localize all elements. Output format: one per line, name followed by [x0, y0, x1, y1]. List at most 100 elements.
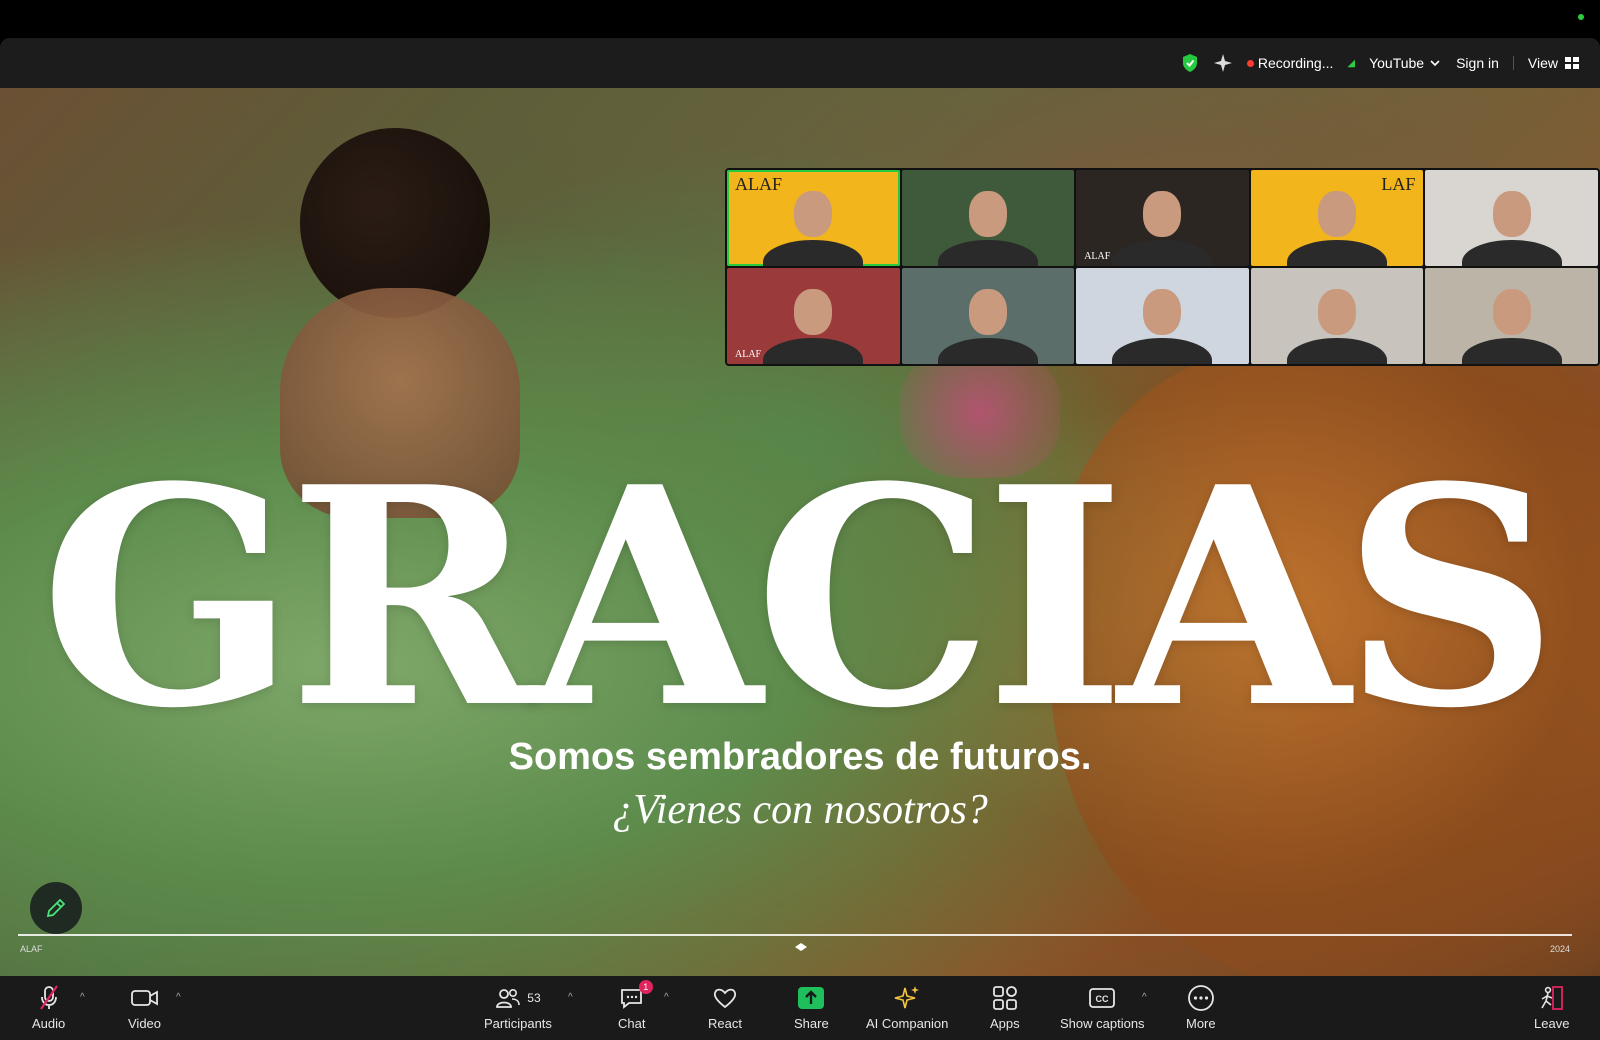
apps-button[interactable]: Apps [990, 984, 1020, 1031]
view-label: View [1527, 55, 1558, 71]
chevron-down-icon [1430, 60, 1440, 67]
participant-video-tile[interactable]: ALAF [1076, 170, 1249, 266]
share-button[interactable]: Share [794, 984, 829, 1031]
heart-icon [713, 988, 737, 1009]
recording-label: Recording... [1257, 55, 1334, 71]
os-menu-bar [0, 0, 1600, 38]
show-captions-button[interactable]: CC Show captions [1060, 984, 1145, 1031]
annotate-pencil-button[interactable] [30, 882, 82, 934]
participants-button[interactable]: 53 Participants [484, 984, 552, 1031]
grid-view-icon [1565, 57, 1579, 69]
meeting-window: Recording... ◢ YouTube Sign in View GRAC… [0, 38, 1600, 1040]
slide-footer-left: ALAF [20, 944, 43, 954]
participant-video-tile[interactable] [1076, 268, 1249, 364]
recording-indicator[interactable]: Recording... [1246, 55, 1334, 71]
progress-knob[interactable] [795, 943, 807, 951]
view-button[interactable]: View [1528, 55, 1580, 71]
chat-options-caret-icon[interactable]: ^ [664, 992, 669, 1003]
participant-shoulders [1112, 240, 1213, 266]
svg-text:CC: CC [1096, 994, 1109, 1004]
divider [1512, 56, 1514, 70]
participant-video-tile[interactable] [1250, 268, 1424, 364]
stream-label: YouTube [1369, 55, 1425, 71]
more-button[interactable]: More [1186, 984, 1216, 1031]
participant-face [1492, 191, 1531, 238]
participant-shoulders [763, 240, 864, 266]
participant-shoulders [937, 240, 1038, 266]
participant-video-gallery: ALAF ALAF LAF ALAF [725, 168, 1600, 366]
participant-video-tile[interactable] [1425, 268, 1598, 364]
sign-in-link[interactable]: Sign in [1456, 55, 1499, 71]
participant-video-tile[interactable] [901, 170, 1075, 266]
encryption-shield-icon[interactable] [1181, 53, 1199, 73]
participant-shoulders [937, 338, 1038, 364]
participant-count: 53 [527, 991, 541, 1005]
leave-door-icon [1541, 986, 1563, 1010]
participant-logo-text: LAF [1381, 174, 1416, 194]
signal-strength-icon: ◢ [1347, 57, 1356, 69]
participant-face [1492, 289, 1531, 336]
participant-face [968, 191, 1007, 238]
captions-options-caret-icon[interactable]: ^ [1142, 992, 1147, 1003]
ai-sparkle-icon [894, 986, 920, 1009]
participant-video-tile[interactable]: LAF [1250, 170, 1424, 266]
participant-logo-text: ALAF [735, 349, 762, 360]
participant-face [1318, 191, 1357, 238]
participant-face [794, 289, 833, 336]
meeting-toolbar: Audio ^ Video ^ 53 Participants ^ 1 Chat… [0, 976, 1600, 1040]
leave-label: Leave [1534, 1016, 1570, 1031]
video-label: Video [128, 1016, 162, 1031]
participant-video-tile[interactable] [1425, 170, 1598, 266]
ai-sparkle-icon[interactable] [1213, 53, 1233, 73]
share-screen-icon [798, 987, 825, 1009]
meeting-top-bar: Recording... ◢ YouTube Sign in View [0, 38, 1600, 88]
apps-label: Apps [990, 1016, 1020, 1031]
participant-video-tile[interactable]: ALAF [727, 268, 900, 364]
participants-icon [496, 988, 521, 1008]
ai-companion-label: AI Companion [866, 1016, 949, 1031]
more-label: More [1186, 1016, 1216, 1031]
record-dot-icon [1246, 59, 1254, 67]
participant-face [1318, 289, 1357, 336]
youtube-stream-dropdown[interactable]: YouTube [1369, 55, 1442, 71]
participants-label: Participants [484, 1016, 552, 1031]
participant-face [794, 191, 833, 238]
react-button[interactable]: React [708, 984, 742, 1031]
closed-captions-icon: CC [1089, 988, 1116, 1008]
video-camera-icon [130, 990, 158, 1006]
participant-shoulders [1112, 338, 1213, 364]
slide-subtitle: Somos sembradores de futuros. [508, 736, 1092, 778]
share-label: Share [794, 1016, 829, 1031]
video-options-caret-icon[interactable]: ^ [176, 992, 181, 1003]
microphone-muted-icon [39, 985, 58, 1010]
slide-progress-line [18, 934, 1572, 936]
participant-shoulders [1461, 338, 1562, 364]
participant-logo-text: ALAF [1084, 251, 1111, 262]
audio-label: Audio [32, 1016, 66, 1031]
participants-options-caret-icon[interactable]: ^ [568, 992, 573, 1003]
video-button[interactable]: Video [128, 984, 161, 1031]
participant-shoulders [763, 338, 864, 364]
participant-face [1143, 289, 1182, 336]
audio-options-caret-icon[interactable]: ^ [80, 992, 85, 1003]
participant-video-tile[interactable]: ALAF [727, 170, 900, 266]
ai-companion-button[interactable]: AI Companion [866, 984, 948, 1031]
participant-shoulders [1287, 240, 1388, 266]
camera-indicator-icon [1578, 14, 1584, 20]
participant-video-tile[interactable] [901, 268, 1075, 364]
participant-face [1143, 191, 1182, 238]
more-dots-icon [1187, 985, 1214, 1011]
top-bar-controls: Recording... ◢ YouTube Sign in View [1181, 38, 1580, 88]
participant-logo-text: ALAF [735, 174, 783, 194]
chat-button[interactable]: 1 Chat [618, 980, 653, 1031]
slide-title: GRACIAS [40, 421, 1559, 774]
slide-question: ¿Vienes con nosotros? [612, 787, 988, 833]
participant-shoulders [1287, 338, 1388, 364]
chat-label: Chat [618, 1016, 646, 1031]
react-label: React [708, 1016, 742, 1031]
apps-grid-icon [992, 986, 1017, 1010]
captions-label: Show captions [1060, 1016, 1145, 1031]
audio-button[interactable]: Audio [32, 984, 65, 1031]
shared-screen: GRACIAS Somos sembradores de futuros. ¿V… [0, 88, 1600, 976]
leave-button[interactable]: Leave [1534, 984, 1569, 1031]
